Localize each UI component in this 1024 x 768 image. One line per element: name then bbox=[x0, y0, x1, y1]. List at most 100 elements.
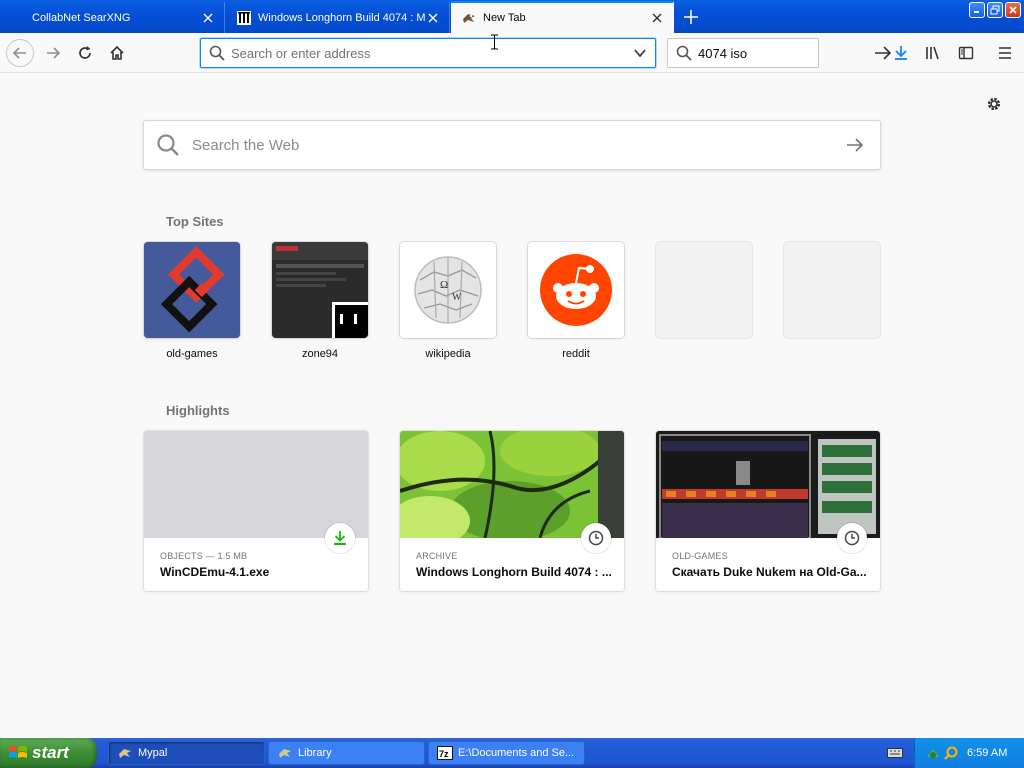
gear-icon bbox=[987, 97, 1001, 111]
highlight-context: OLD-GAMES bbox=[672, 551, 728, 561]
home-icon bbox=[110, 45, 124, 60]
address-input[interactable] bbox=[231, 45, 633, 61]
highlight-card-duke-nukem[interactable]: OLD-GAMES Скачать Duke Nukem на Old-Ga..… bbox=[656, 431, 880, 591]
library-icon bbox=[926, 46, 939, 60]
plus-icon bbox=[684, 10, 698, 24]
minimize-button[interactable] bbox=[969, 2, 985, 18]
highlight-title: WinCDEmu-4.1.exe bbox=[160, 565, 270, 579]
highlight-thumbnail bbox=[400, 431, 624, 538]
task-label: Mypal bbox=[138, 747, 168, 759]
reload-icon bbox=[79, 46, 91, 59]
clock-icon bbox=[581, 523, 611, 553]
wikipedia-globe-icon: Ω W bbox=[400, 242, 496, 338]
home-button[interactable] bbox=[103, 39, 131, 67]
search-bar[interactable] bbox=[667, 38, 892, 68]
globe-icon bbox=[10, 10, 26, 26]
tab-longhorn[interactable]: Windows Longhorn Build 4074 : M bbox=[226, 2, 450, 33]
back-arrow-icon bbox=[12, 47, 26, 59]
search-bar-input[interactable] bbox=[698, 45, 874, 61]
tab-title: CollabNet SearXNG bbox=[32, 11, 131, 24]
task-mypal[interactable]: Mypal bbox=[108, 741, 265, 765]
reddit-logo-icon bbox=[528, 242, 624, 338]
reload-button[interactable] bbox=[71, 39, 99, 67]
highlight-context: ARCHIVE bbox=[416, 551, 458, 561]
7zip-icon: 7z bbox=[437, 746, 453, 760]
downloads-button[interactable] bbox=[887, 39, 915, 67]
top-sites-heading: Top Sites bbox=[166, 214, 224, 229]
close-tab-icon[interactable] bbox=[649, 10, 665, 26]
highlight-title: Windows Longhorn Build 4074 : ... bbox=[416, 565, 612, 579]
start-label: start bbox=[32, 743, 69, 762]
tab-new-tab[interactable]: New Tab bbox=[451, 1, 674, 33]
highlight-context: OBJECTS — 1.5 MB bbox=[160, 551, 248, 561]
highlight-card-longhorn[interactable]: ARCHIVE Windows Longhorn Build 4074 : ..… bbox=[400, 431, 624, 591]
new-tab-button[interactable] bbox=[680, 6, 702, 28]
highlight-card-wincdemu[interactable]: OBJECTS — 1.5 MB WinCDEmu-4.1.exe bbox=[144, 431, 368, 591]
start-button[interactable]: start bbox=[0, 738, 97, 768]
system-tray: 6:59 AM bbox=[887, 738, 1024, 768]
newtab-settings-button[interactable] bbox=[984, 94, 1004, 114]
highlight-thumbnail bbox=[656, 431, 880, 538]
web-search-box[interactable] bbox=[143, 120, 881, 170]
text-cursor-icon bbox=[490, 34, 499, 50]
sidebar-button[interactable] bbox=[952, 39, 980, 67]
mypal-icon bbox=[279, 749, 291, 758]
mypal-icon bbox=[119, 749, 131, 758]
task-library[interactable]: Library bbox=[268, 741, 425, 765]
download-icon bbox=[325, 523, 355, 553]
mypal-icon bbox=[461, 10, 477, 26]
taskbar: start Mypal Library 7z E:\Documents and … bbox=[0, 738, 1024, 768]
top-site-label: reddit bbox=[562, 348, 590, 360]
search-icon bbox=[209, 45, 225, 61]
highlight-thumbnail bbox=[144, 431, 368, 538]
top-site-empty-slot[interactable] bbox=[656, 242, 752, 338]
navigation-toolbar bbox=[0, 33, 1024, 73]
sidebar-icon bbox=[958, 46, 974, 60]
top-site-zone94[interactable]: zone94 bbox=[272, 242, 368, 360]
archive-icon bbox=[236, 10, 252, 26]
restore-button[interactable] bbox=[987, 2, 1003, 18]
top-site-label: wikipedia bbox=[425, 348, 471, 360]
highlight-title: Скачать Duke Nukem на Old-Ga... bbox=[672, 565, 867, 579]
download-icon bbox=[895, 46, 907, 60]
clock: 6:59 AM bbox=[967, 747, 1008, 759]
wikipedia-thumbnail: Ω W bbox=[400, 242, 496, 338]
network-icon[interactable] bbox=[925, 745, 941, 761]
svg-text:Ω: Ω bbox=[440, 279, 448, 291]
menu-button[interactable] bbox=[991, 39, 1019, 67]
top-site-label: old-games bbox=[166, 348, 218, 360]
close-tab-icon[interactable] bbox=[425, 10, 441, 26]
forward-button[interactable] bbox=[39, 39, 67, 67]
clock-icon bbox=[837, 523, 867, 553]
keyboard-icon[interactable] bbox=[887, 747, 903, 759]
tab-strip: CollabNet SearXNG Windows Longhorn Build… bbox=[0, 0, 1024, 33]
close-tab-icon[interactable] bbox=[200, 10, 216, 26]
svg-text:7z: 7z bbox=[439, 749, 449, 759]
search-icon bbox=[156, 133, 180, 157]
top-site-label: zone94 bbox=[301, 348, 339, 360]
address-bar[interactable] bbox=[200, 38, 656, 68]
zone94-thumbnail bbox=[272, 242, 368, 338]
back-button[interactable] bbox=[6, 39, 34, 67]
hamburger-menu-icon bbox=[999, 47, 1011, 59]
task-label: E:\Documents and Se... bbox=[458, 747, 575, 759]
task-7zip[interactable]: 7z E:\Documents and Se... bbox=[428, 741, 585, 765]
tab-title: Windows Longhorn Build 4074 : M bbox=[258, 11, 425, 24]
task-label: Library bbox=[298, 747, 332, 759]
svg-text:W: W bbox=[452, 292, 462, 303]
top-site-reddit[interactable]: reddit bbox=[528, 242, 624, 360]
tab-collabnet[interactable]: CollabNet SearXNG bbox=[0, 2, 225, 33]
forward-arrow-icon bbox=[47, 47, 61, 59]
web-search-input[interactable] bbox=[192, 136, 846, 154]
search-tray-icon[interactable] bbox=[943, 745, 959, 761]
window-close-button[interactable] bbox=[1005, 2, 1021, 18]
top-site-empty-slot[interactable] bbox=[784, 242, 880, 338]
empty-tile bbox=[656, 242, 752, 338]
library-button[interactable] bbox=[920, 39, 948, 67]
top-site-wikipedia[interactable]: Ω W wikipedia bbox=[400, 242, 496, 360]
tab-title: New Tab bbox=[483, 12, 526, 24]
search-submit-arrow-icon[interactable] bbox=[846, 138, 864, 152]
windows-logo-icon bbox=[9, 746, 27, 758]
top-site-old-games[interactable]: old-games bbox=[144, 242, 240, 360]
chevron-down-icon[interactable] bbox=[633, 46, 647, 60]
